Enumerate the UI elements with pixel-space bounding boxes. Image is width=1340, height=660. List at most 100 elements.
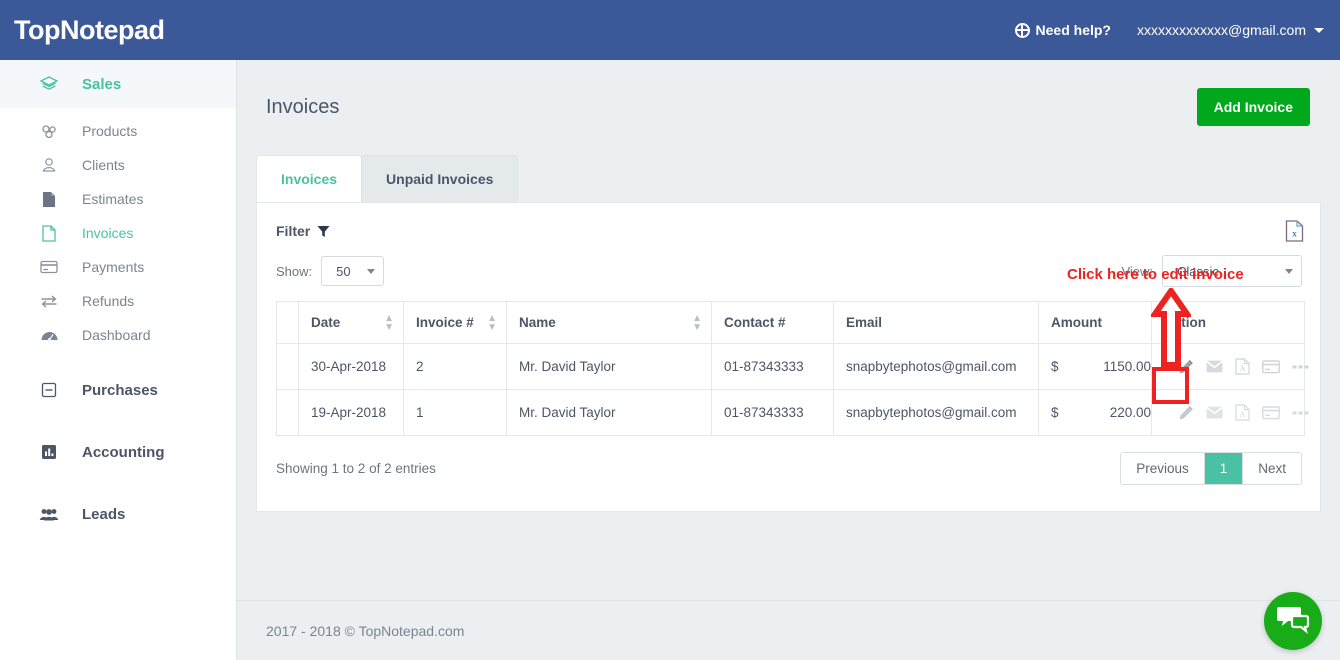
edit-pencil-icon[interactable] <box>1178 405 1194 421</box>
table-row[interactable]: 19-Apr-2018 1 Mr. David Taylor 01-873433… <box>276 389 1309 436</box>
svg-text:A: A <box>1240 410 1246 419</box>
row-checkbox-cell[interactable] <box>276 343 299 390</box>
sidebar-item-label: Refunds <box>82 293 135 309</box>
page-header: Invoices Add Invoice <box>237 60 1340 126</box>
show-entries-control: Show: 50 <box>276 256 384 286</box>
svg-text:A: A <box>1240 364 1246 373</box>
pagination-next[interactable]: Next <box>1243 453 1301 484</box>
cell-date: 30-Apr-2018 <box>298 343 404 390</box>
email-envelope-icon[interactable] <box>1206 406 1223 419</box>
pdf-icon[interactable]: A <box>1235 404 1250 421</box>
svg-text:x: x <box>1292 229 1297 239</box>
row-action-group: A <box>1164 404 1309 421</box>
annotation-text: Click here to edit invoice <box>1067 266 1244 283</box>
top-navigation-bar: TopNotepad Need help? xxxxxxxxxxxxx@gmai… <box>0 0 1340 60</box>
cell-invoice-no: 2 <box>403 343 507 390</box>
layers-icon <box>38 75 60 93</box>
sidebar-item-dashboard[interactable]: Dashboard <box>0 318 236 352</box>
sidebar-item-payments[interactable]: Payments <box>0 250 236 284</box>
highlight-box-annotation <box>1152 367 1189 404</box>
column-amount[interactable]: Amount <box>1038 301 1152 344</box>
filter-toggle[interactable]: Filter <box>257 203 1320 239</box>
sort-icon[interactable]: ▲ ▼ <box>692 313 702 332</box>
sidebar-item-label: Invoices <box>82 225 134 241</box>
more-options-icon[interactable] <box>1292 364 1310 370</box>
sidebar-item-clients[interactable]: Clients <box>0 148 236 182</box>
pagination-control: Previous 1 Next <box>1120 452 1302 485</box>
cell-invoice-no: 1 <box>403 389 507 436</box>
page-title: Invoices <box>266 95 340 118</box>
pagination-previous[interactable]: Previous <box>1121 453 1205 484</box>
column-name[interactable]: Name ▲ ▼ <box>506 301 712 344</box>
user-email-label: xxxxxxxxxxxxx@gmail.com <box>1136 22 1306 38</box>
column-email[interactable]: Email <box>833 301 1039 344</box>
sidebar-group-label: Sales <box>82 75 122 93</box>
tab-invoices[interactable]: Invoices <box>256 155 363 202</box>
user-account-menu[interactable]: xxxxxxxxxxxxx@gmail.com <box>1137 22 1324 38</box>
cell-name: Mr. David Taylor <box>506 389 712 436</box>
sidebar-item-products[interactable]: Products <box>0 114 236 148</box>
pdf-icon[interactable]: A <box>1235 358 1250 375</box>
funnel-icon <box>317 225 330 238</box>
sidebar-group-purchases[interactable]: Purchases <box>0 366 236 414</box>
chevron-down-icon <box>1285 268 1293 274</box>
app-logo[interactable]: TopNotepad <box>0 15 165 46</box>
column-contact[interactable]: Contact # <box>711 301 834 344</box>
sidebar-item-refunds[interactable]: Refunds <box>0 284 236 318</box>
column-select-all[interactable] <box>276 301 299 344</box>
file-text-icon <box>38 224 60 242</box>
caret-down-icon <box>1314 27 1324 33</box>
payment-card-icon[interactable] <box>1262 359 1280 374</box>
bar-chart-icon <box>38 444 60 460</box>
sort-icon[interactable]: ▲ ▼ <box>487 313 497 332</box>
file-icon <box>38 191 60 208</box>
cell-amount: $ 1150.00 <box>1038 343 1152 390</box>
sidebar-sales-items: Products Clients Estimates Invoices Paym… <box>0 108 236 352</box>
sidebar-group-sales[interactable]: Sales <box>0 60 236 108</box>
row-checkbox-cell[interactable] <box>276 389 299 436</box>
email-envelope-icon[interactable] <box>1206 360 1223 373</box>
table-footer: Showing 1 to 2 of 2 entries Previous 1 N… <box>257 436 1320 485</box>
cell-name: Mr. David Taylor <box>506 343 712 390</box>
column-label: Date <box>311 315 341 330</box>
tab-unpaid-invoices[interactable]: Unpaid Invoices <box>361 155 519 202</box>
need-help-button[interactable]: Need help? <box>1014 22 1111 38</box>
excel-export-button[interactable]: x <box>1285 220 1304 242</box>
sidebar-item-label: Dashboard <box>82 327 151 343</box>
add-invoice-button[interactable]: Add Invoice <box>1196 88 1310 126</box>
excel-export-icon: x <box>1285 220 1304 242</box>
more-options-icon[interactable] <box>1292 410 1310 416</box>
tab-bar: Invoices Unpaid Invoices <box>256 155 1340 202</box>
sidebar-item-estimates[interactable]: Estimates <box>0 182 236 216</box>
sidebar-group-leads[interactable]: Leads <box>0 490 236 538</box>
column-invoice-no[interactable]: Invoice # ▲ ▼ <box>403 301 507 344</box>
amount-value: 220.00 <box>1109 405 1151 420</box>
cell-email: snapbytephotos@gmail.com <box>833 389 1039 436</box>
cell-email: snapbytephotos@gmail.com <box>833 343 1039 390</box>
column-date[interactable]: Date ▲ ▼ <box>298 301 404 344</box>
cell-contact: 01-87343333 <box>711 343 834 390</box>
cell-amount: $ 220.00 <box>1038 389 1152 436</box>
sidebar-item-label: Products <box>82 123 138 139</box>
pagination-page-1[interactable]: 1 <box>1204 453 1244 484</box>
sidebar-group-accounting[interactable]: Accounting <box>0 428 236 476</box>
sidebar-group-label: Accounting <box>82 443 165 461</box>
column-label: Email <box>846 315 883 330</box>
column-label: Contact # <box>724 315 786 330</box>
cell-contact: 01-87343333 <box>711 389 834 436</box>
exchange-icon <box>38 294 60 308</box>
up-arrow-annotation-icon <box>1149 285 1193 373</box>
credit-card-icon <box>38 260 60 274</box>
sidebar-item-invoices[interactable]: Invoices <box>0 216 236 250</box>
entries-summary: Showing 1 to 2 of 2 entries <box>276 461 436 476</box>
payment-card-icon[interactable] <box>1262 405 1280 420</box>
sidebar-group-label: Leads <box>82 505 126 523</box>
sidebar-item-label: Clients <box>82 157 125 173</box>
show-entries-select[interactable]: 50 <box>321 256 384 286</box>
sort-icon[interactable]: ▲ ▼ <box>384 313 394 332</box>
need-help-label: Need help? <box>1035 22 1111 38</box>
chat-widget-button[interactable] <box>1264 592 1322 650</box>
